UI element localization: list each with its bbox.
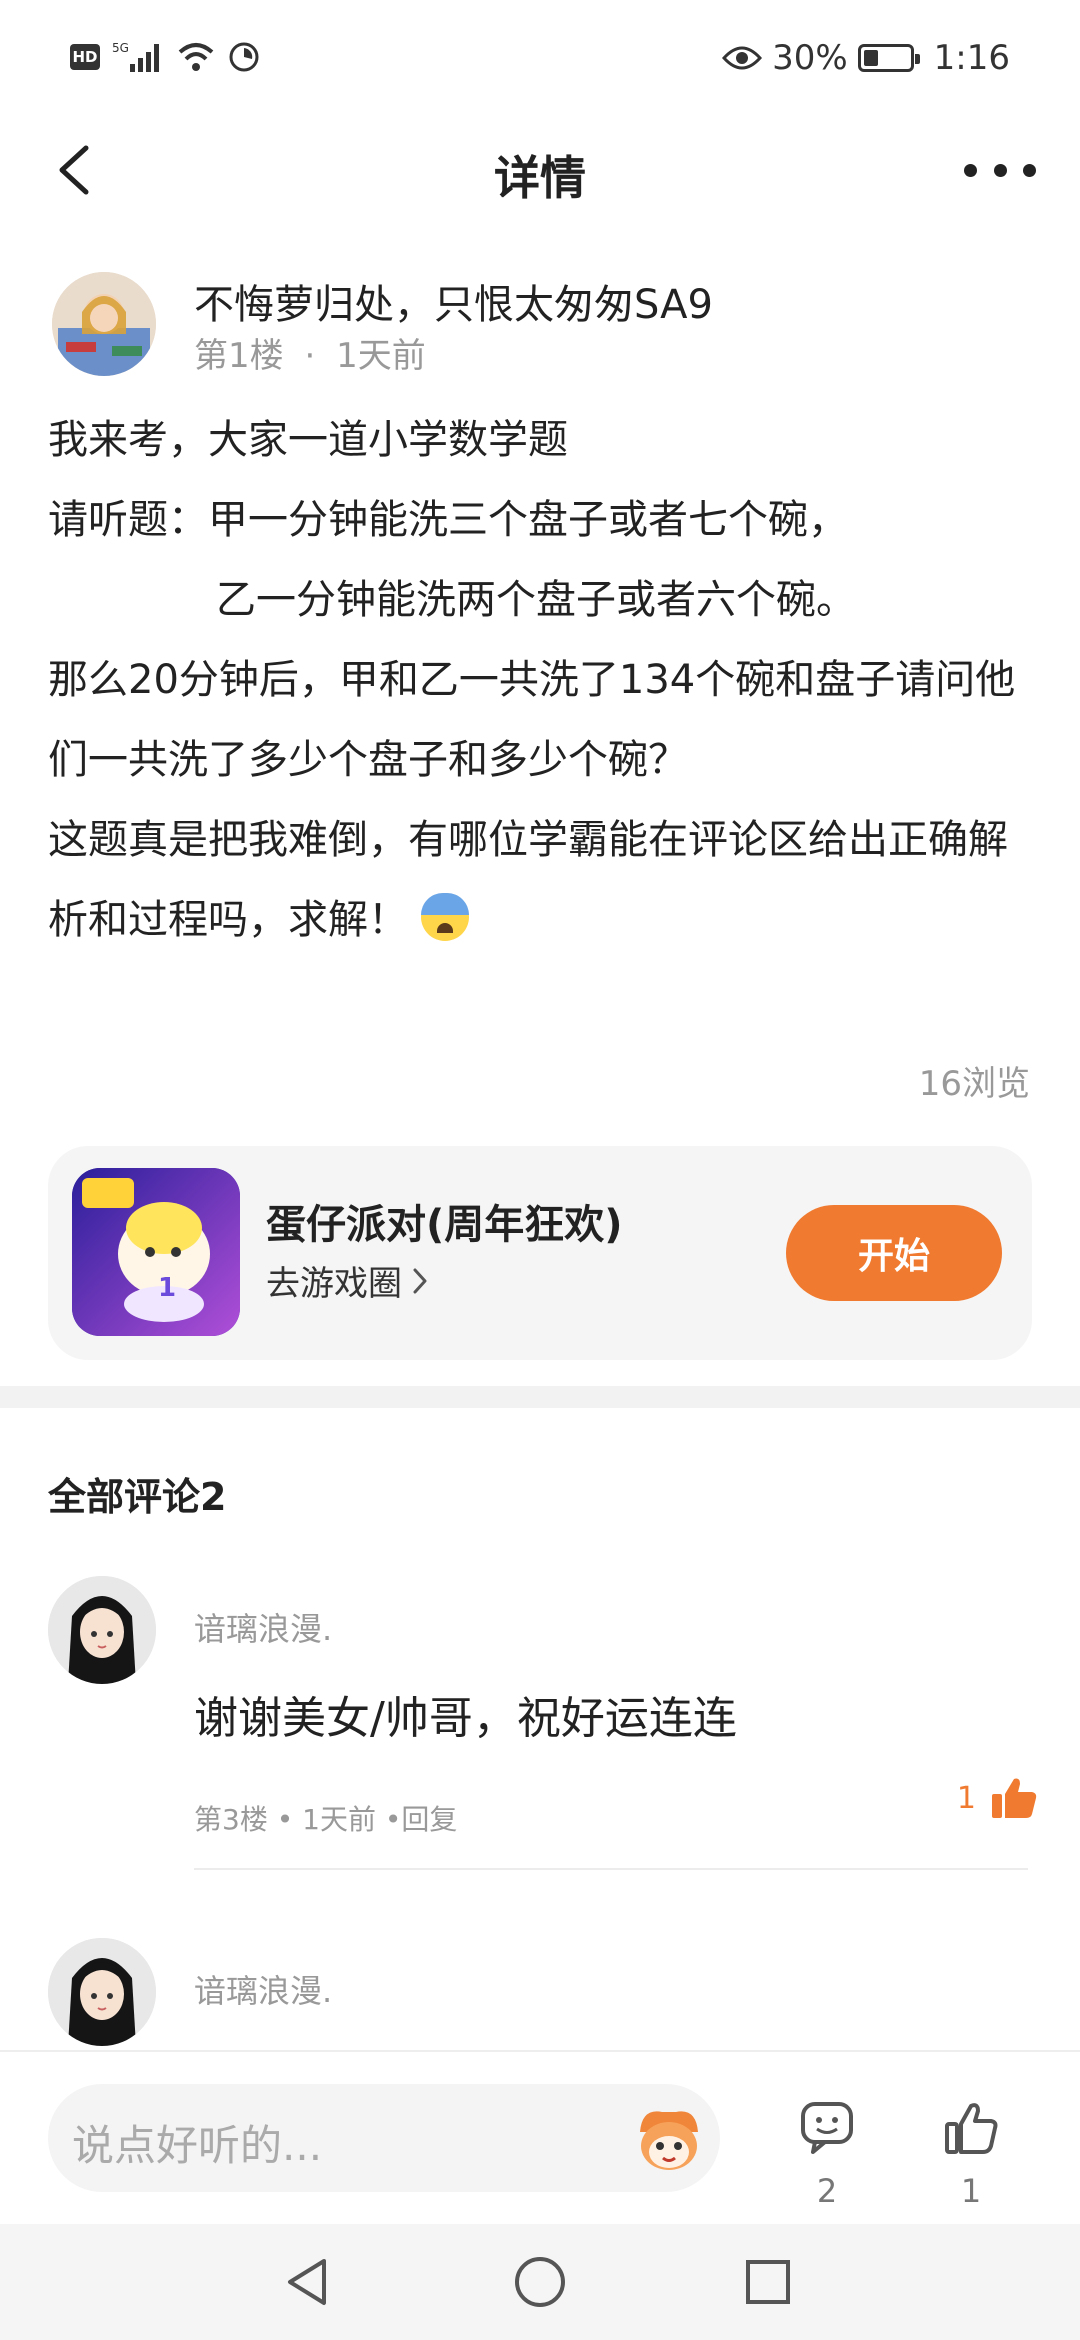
comment-text: 谢谢美女/帅哥，祝好运连连 [194, 1693, 737, 1744]
avatar-illustration [48, 1576, 156, 1684]
more-dot [993, 163, 1007, 177]
square-recents-icon [746, 2260, 790, 2304]
author-name[interactable]: 不悔萝归处，只恨太匆匆SA9 [194, 272, 713, 330]
signal-icon: 5G [112, 41, 159, 72]
comment-item: 谙璃浪漫. [48, 1938, 1038, 2048]
status-right: 30% 1:16 [722, 38, 1010, 78]
game-card[interactable]: 1 蛋仔派对(周年狂欢) 去游戏圈 开始 [48, 1146, 1032, 1360]
comment-username[interactable]: 谙璃浪漫. [194, 1966, 332, 2012]
more-options-button[interactable] [960, 142, 1040, 198]
clock: 1:16 [933, 38, 1010, 78]
game-icon-art: 1 [72, 1168, 240, 1336]
more-dot [964, 163, 977, 177]
circle-home-icon [515, 2257, 565, 2307]
comment-item: 谙璃浪漫. 谢谢美女/帅哥，祝好运连连 第3楼 • 1天前 •回复 1 [48, 1576, 1038, 1876]
post-line: 这题真是把我难倒，有哪位学霸能在评论区给出正确解析和过程吗，求解！ [48, 817, 1008, 943]
game-name: 蛋仔派对(周年狂欢) [266, 1202, 623, 1248]
game-icon: 1 [72, 1168, 240, 1336]
post-line-with-emoji: 这题真是把我难倒，有哪位学霸能在评论区给出正确解析和过程吗，求解！ [48, 800, 1038, 960]
post-body: 我来考，大家一道小学数学题 请听题：甲一分钟能洗三个盘子或者七个碗， 乙一分钟能… [48, 400, 1038, 960]
comment-like-button[interactable]: 1 [957, 1776, 1038, 1820]
triangle-back-icon [288, 2259, 326, 2305]
thumbs-up-icon [945, 2103, 998, 2154]
comment-meta[interactable]: 第3楼 • 1天前 •回复 [194, 1798, 457, 1838]
comment-divider [194, 1868, 1028, 1870]
more-dot [1023, 163, 1036, 177]
hd-icon: HD [70, 44, 100, 70]
section-divider [0, 1386, 1080, 1408]
post-time: 1天前 [336, 336, 426, 376]
comment-bubble-icon [801, 2102, 853, 2154]
like-count: 1 [960, 2172, 982, 2210]
comments-button[interactable]: 2 [782, 2100, 872, 2210]
nav-home-button[interactable] [510, 2252, 570, 2312]
nav-back-button[interactable] [278, 2252, 338, 2312]
game-link-label: 去游戏圈 [266, 1264, 402, 1304]
wifi-icon [178, 43, 214, 71]
avatar-illustration [52, 272, 156, 376]
like-button[interactable]: 1 [926, 2100, 1016, 2210]
post-line: 乙一分钟能洗两个盘子或者六个碗。 [216, 577, 856, 623]
status-bar: HD 5G 30% 1:16 [0, 0, 1080, 120]
avatar[interactable] [48, 1576, 156, 1684]
system-nav-bar [0, 2224, 1080, 2340]
avatar[interactable] [52, 272, 156, 376]
status-left: HD 5G [70, 40, 260, 74]
post-line: 我来考，大家一道小学数学题 [48, 417, 568, 463]
battery-percent: 30% [772, 38, 848, 78]
eye-icon [722, 46, 763, 70]
post-author: 不悔萝归处，只恨太匆匆SA9 第1楼 · 1天前 [52, 272, 1032, 382]
comment-like-count: 1 [956, 1780, 976, 1816]
timer-icon [229, 42, 259, 72]
game-circle-link[interactable]: 去游戏圈 [266, 1256, 428, 1305]
top-app-bar: 详情 [0, 120, 1080, 220]
comment-input[interactable]: 说点好听的... [48, 2084, 720, 2192]
view-count: 16浏览 [918, 1064, 1030, 1104]
mascot-sticker-icon[interactable] [632, 2102, 706, 2176]
comment-input-placeholder: 说点好听的... [72, 2121, 323, 2170]
avatar[interactable] [48, 1938, 156, 2046]
svg-text:5G: 5G [112, 41, 129, 55]
comment-input-bar: 说点好听的... 2 1 [0, 2050, 1080, 2224]
page-title: 详情 [494, 151, 586, 205]
post-meta: 第1楼 · 1天前 [194, 328, 426, 377]
comment-username[interactable]: 谙璃浪漫. [194, 1604, 332, 1650]
svg-text:1: 1 [158, 1273, 176, 1303]
post-line: 那么20分钟后，甲和乙一共洗了134个碗和盘子请问他们一共洗了多少个盘子和多少个… [48, 657, 1016, 783]
avatar-illustration [48, 1938, 156, 2046]
post-line: 请听题：甲一分钟能洗三个盘子或者七个碗， [48, 497, 848, 543]
thumbs-up-icon [992, 1778, 1037, 1818]
start-button[interactable]: 开始 [786, 1205, 1002, 1301]
comment-count: 2 [816, 2172, 838, 2210]
battery-icon [857, 44, 920, 72]
chevron-right-icon [413, 1268, 427, 1293]
nav-recents-button[interactable] [738, 2252, 798, 2312]
meta-dot: · [304, 336, 316, 376]
comments-title: 全部评论2 [48, 1475, 227, 1519]
anxious-face-emoji [420, 893, 469, 941]
floor-label: 第1楼 [194, 336, 284, 376]
